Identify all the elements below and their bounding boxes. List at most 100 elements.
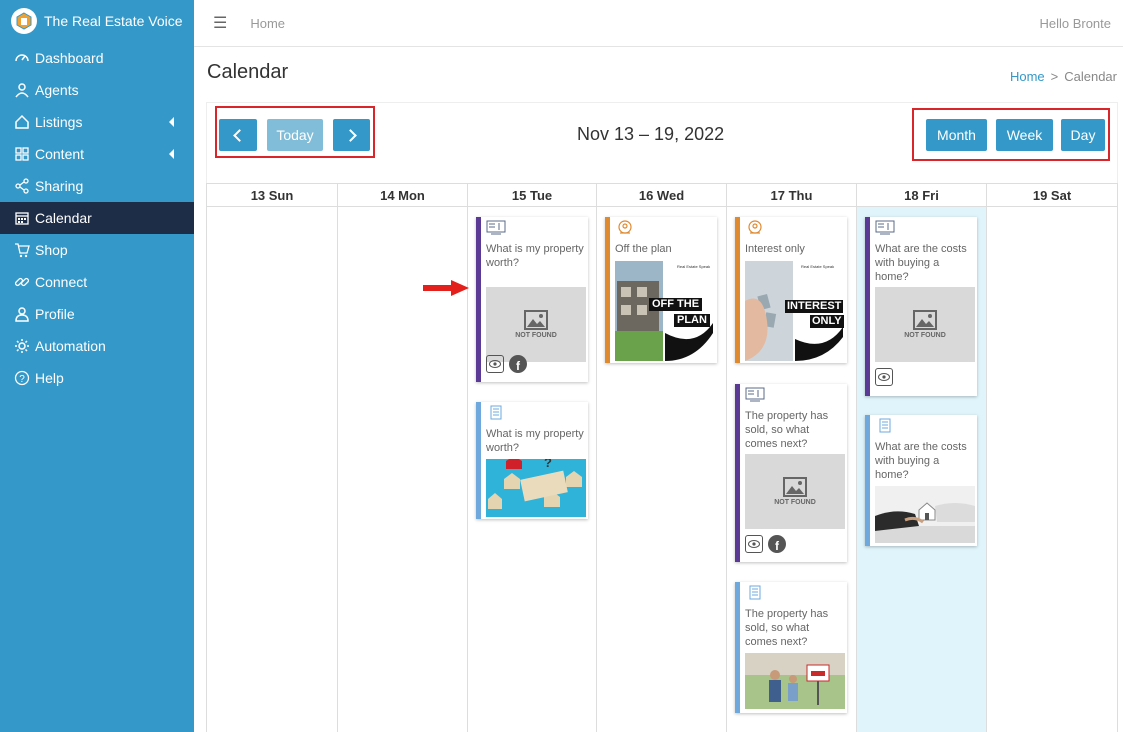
sidebar-item-calendar[interactable]: Calendar	[0, 202, 194, 234]
location-badge-icon	[748, 220, 762, 234]
sidebar-item-label: Help	[35, 370, 64, 386]
day-header: 18 Fri	[857, 183, 987, 207]
sidebar-item-shop[interactable]: Shop	[0, 234, 194, 266]
newsletter-icon	[745, 387, 765, 402]
preview-eye-icon[interactable]	[875, 368, 893, 386]
week-view-button[interactable]: Week	[996, 119, 1053, 151]
card-actions: f	[745, 535, 786, 553]
svg-text:?: ?	[19, 374, 25, 385]
breadcrumb-current: Calendar	[1064, 69, 1117, 84]
topbar-home-link[interactable]: Home	[250, 16, 285, 31]
day-header: 13 Sun	[206, 183, 338, 207]
day-column-sat[interactable]	[987, 207, 1118, 732]
month-view-button[interactable]: Month	[926, 119, 987, 151]
prev-button[interactable]	[219, 119, 257, 151]
breadcrumb-home[interactable]: Home	[1010, 69, 1045, 84]
calendar-event-card[interactable]: What is my property worth? NOT FOUND f	[476, 217, 588, 382]
event-title: Interest only	[745, 243, 805, 255]
calendar-icon	[13, 209, 31, 227]
share-icon	[13, 177, 31, 195]
chevron-left-icon	[169, 117, 174, 127]
preview-eye-icon[interactable]	[745, 535, 763, 553]
newsletter-icon	[486, 220, 506, 235]
sidebar-item-help[interactable]: ? Help	[0, 362, 194, 394]
sidebar-item-label: Automation	[35, 338, 106, 354]
image-placeholder: NOT FOUND	[875, 287, 975, 362]
day-view-button[interactable]: Day	[1061, 119, 1105, 151]
event-title: What is my property worth?	[486, 243, 584, 269]
calendar-event-card[interactable]: The property has sold, so what comes nex…	[735, 384, 847, 562]
event-thumbnail	[875, 486, 975, 543]
document-icon	[749, 585, 761, 600]
day-header: 19 Sat	[987, 183, 1118, 207]
sidebar-item-label: Shop	[35, 242, 68, 258]
event-thumbnail: Real Estate Speak INTEREST ONLY	[745, 261, 845, 361]
event-thumbnail	[745, 653, 845, 709]
listings-icon	[13, 113, 31, 131]
image-placeholder: NOT FOUND	[745, 454, 845, 529]
link-icon	[13, 273, 31, 291]
brand[interactable]: The Real Estate Voice	[0, 0, 194, 42]
cart-icon	[13, 241, 31, 259]
day-column-sun[interactable]	[206, 207, 338, 732]
image-icon	[913, 310, 937, 330]
sidebar-item-label: Agents	[35, 82, 79, 98]
event-title: What are the costs with buying a home?	[875, 441, 967, 481]
chevron-right-icon	[343, 128, 357, 142]
sidebar-item-content[interactable]: Content	[0, 138, 194, 170]
preview-eye-icon[interactable]	[486, 355, 504, 373]
day-header: 16 Wed	[597, 183, 727, 207]
sidebar-item-label: Listings	[35, 114, 83, 130]
calendar-event-card[interactable]: What are the costs with buying a home?	[865, 415, 977, 546]
agents-icon	[13, 81, 31, 99]
calendar-event-card[interactable]: Off the plan Real Estate Speak OFF THE P…	[605, 217, 717, 363]
sidebar-item-label: Profile	[35, 306, 75, 322]
thumbnail-title-line: OFF THE	[649, 298, 703, 311]
day-header: 15 Tue	[468, 183, 597, 207]
image-icon	[783, 477, 807, 497]
automation-icon	[13, 337, 31, 355]
dashboard-icon	[13, 49, 31, 67]
next-button[interactable]	[333, 119, 370, 151]
today-button[interactable]: Today	[267, 119, 323, 151]
event-title: The property has sold, so what comes nex…	[745, 608, 829, 648]
event-title: What are the costs with buying a home?	[875, 243, 967, 283]
not-found-label: NOT FOUND	[774, 499, 816, 506]
sidebar-item-label: Dashboard	[35, 50, 104, 66]
breadcrumb-separator: >	[1050, 69, 1059, 84]
event-title: The property has sold, so what comes nex…	[745, 410, 829, 450]
sidebar-item-label: Sharing	[35, 178, 84, 194]
sidebar-item-profile[interactable]: Profile	[0, 298, 194, 330]
location-badge-icon	[618, 220, 632, 234]
calendar-event-card[interactable]: What are the costs with buying a home? N…	[865, 217, 977, 396]
date-range-title: Nov 13 – 19, 2022	[577, 124, 725, 144]
chevron-left-icon	[233, 128, 246, 142]
sidebar-item-sharing[interactable]: Sharing	[0, 170, 194, 202]
not-found-label: NOT FOUND	[904, 332, 946, 339]
calendar-event-card[interactable]: What is my property worth? ?	[476, 402, 588, 519]
document-icon	[490, 405, 502, 420]
user-greeting[interactable]: Hello Bronte	[1039, 16, 1111, 31]
sidebar-item-automation[interactable]: Automation	[0, 330, 194, 362]
user-icon	[13, 305, 31, 323]
menu-icon[interactable]: ☰	[213, 13, 227, 33]
calendar-event-card[interactable]: The property has sold, so what comes nex…	[735, 582, 847, 713]
sidebar-item-label: Connect	[35, 274, 88, 290]
svg-text:?: ?	[544, 459, 552, 470]
sidebar-item-dashboard[interactable]: Dashboard	[0, 42, 194, 74]
event-thumbnail: ?	[486, 459, 586, 517]
image-icon	[524, 310, 548, 330]
topbar: ☰ Home Hello Bronte	[194, 0, 1123, 47]
card-actions: f	[486, 355, 527, 373]
sidebar-item-agents[interactable]: Agents	[0, 74, 194, 106]
chevron-left-icon	[169, 149, 174, 159]
thumbnail-title-line: ONLY	[810, 315, 844, 328]
sidebar-item-listings[interactable]: Listings	[0, 106, 194, 138]
facebook-icon[interactable]: f	[768, 535, 786, 553]
document-icon	[879, 418, 891, 433]
thumbnail-caption: Real Estate Speak	[801, 264, 835, 269]
help-icon: ?	[13, 369, 31, 387]
calendar-event-card[interactable]: Interest only Real Estate Speak INTEREST…	[735, 217, 847, 363]
facebook-icon[interactable]: f	[509, 355, 527, 373]
sidebar-item-connect[interactable]: Connect	[0, 266, 194, 298]
